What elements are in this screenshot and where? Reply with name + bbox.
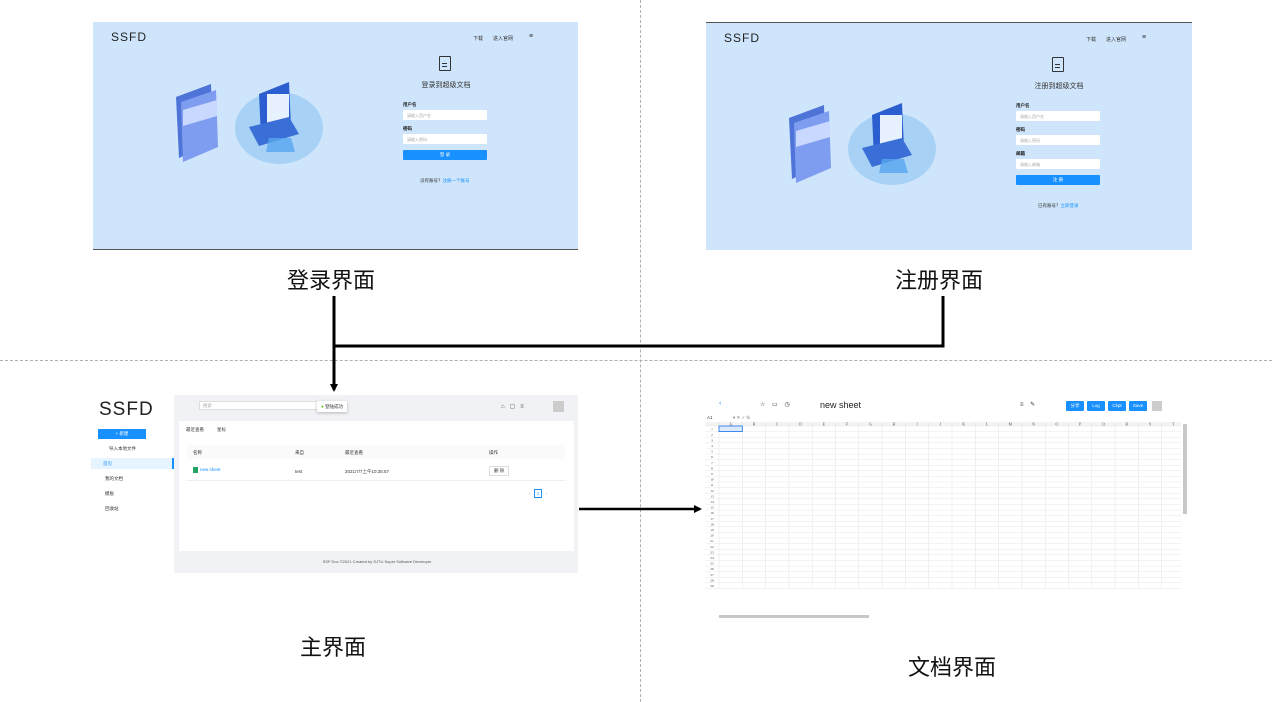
table-header: 名称 来自 最近查看 操作 (187, 445, 565, 459)
search-input[interactable]: 搜索 (199, 401, 319, 410)
table-row[interactable]: new sheet test 2021/7/7上午10:35:57 删 除 (187, 461, 565, 481)
horizontal-scrollbar (719, 615, 869, 618)
row-header: 14 (710, 500, 714, 504)
toolbar-icons: ☆ ▭ ◷ (760, 402, 790, 408)
sheet-icon (193, 467, 198, 473)
ckpt-button[interactable]: Ckpt (1108, 401, 1126, 411)
row-header: 23 (710, 550, 714, 554)
row-header: 29 (710, 584, 714, 588)
sidebar-item-templates[interactable]: 模板 (105, 491, 114, 497)
save-button[interactable]: Save (1129, 401, 1147, 411)
row-header: 21 (710, 539, 714, 543)
success-icon: ● (321, 404, 324, 409)
row-name[interactable]: new sheet (200, 467, 221, 472)
row-header: 22 (710, 545, 714, 549)
selected-cell (718, 425, 743, 432)
header-icons: ⌂ ▢ ≡ (501, 404, 524, 410)
back-icon[interactable]: ‹ (719, 400, 721, 407)
sidebar: SSFD + 新建 导入本地文件 首页 我的文档 模板 回收站 (91, 395, 174, 573)
sidebar-item-my-docs[interactable]: 我的文档 (105, 476, 123, 482)
arrow-register-join (334, 296, 945, 348)
row-from: test (295, 469, 303, 474)
row-header: 20 (710, 534, 714, 538)
sheet-grid: A B C D E F G H I J K L M N O P Q R S T12345678910111213141… (705, 422, 1187, 618)
row-time: 2021/7/7上午10:35:57 (345, 469, 390, 474)
row-header: 3 (711, 438, 713, 442)
row-header: 4 (711, 444, 713, 448)
row-header: 2 (711, 433, 713, 437)
main-screenshot: SSFD + 新建 导入本地文件 首页 我的文档 模板 回收站 搜索 ● 登陆成… (91, 395, 578, 573)
row-header: 18 (710, 522, 714, 526)
row-header: 16 (710, 511, 714, 515)
row-header: 1 (711, 427, 713, 431)
content-card: 最近查看 星标 名称 来自 最近查看 操作 new sheet test 202… (179, 421, 574, 551)
row-header: 17 (710, 517, 714, 521)
col-recent: 最近查看 (345, 450, 363, 455)
row-header: 6 (711, 455, 713, 459)
app-logo: SSFD (99, 399, 154, 420)
cell-ref[interactable]: A1 (707, 415, 713, 420)
row-header: 8 (711, 466, 713, 470)
row-header: 13 (710, 494, 714, 498)
import-link[interactable]: 导入本地文件 (109, 446, 136, 452)
new-button[interactable]: + 新建 (98, 429, 146, 439)
pagination: ‹ 1 › (529, 489, 548, 498)
col-from: 来自 (295, 450, 304, 455)
delete-button[interactable]: 删 除 (489, 466, 510, 476)
row-header: 15 (710, 506, 714, 510)
row-header: 26 (710, 567, 714, 571)
formula-bar[interactable]: ▾ ✕ ✓ fx (733, 415, 750, 421)
row-header: 5 (711, 450, 713, 454)
tab-starred[interactable]: 星标 (217, 427, 226, 433)
toast-text: 登陆成功 (324, 404, 343, 409)
row-header: 24 (710, 556, 714, 560)
sheet-title: new sheet (820, 400, 862, 410)
page-1[interactable]: 1 (533, 489, 543, 498)
sidebar-item-trash[interactable]: 回收站 (105, 506, 119, 512)
row-header: 10 (710, 478, 714, 482)
col-name: 名称 (193, 450, 202, 455)
row-header: 19 (710, 528, 714, 532)
log-button[interactable]: Log (1087, 401, 1105, 411)
footer: SSF Doc ©2021 Created by SJTU Super Soft… (322, 559, 432, 564)
row-header: 7 (711, 461, 713, 465)
toast: ● 登陆成功 (317, 401, 347, 412)
vertical-scrollbar (1183, 424, 1187, 514)
menu-icons: ≡ ✎ (1020, 402, 1036, 408)
avatar[interactable] (553, 401, 564, 412)
sidebar-item-home[interactable]: 首页 (91, 458, 174, 469)
row-header: 9 (711, 472, 713, 476)
row-header: 25 (710, 562, 714, 566)
sheet-screenshot: ‹ ☆ ▭ ◷ new sheet ≡ ✎ 分享 Log Ckpt Save A… (705, 395, 1192, 625)
share-button[interactable]: 分享 (1066, 401, 1084, 411)
row-header: 28 (710, 578, 714, 582)
col-actions: 操作 (489, 450, 498, 455)
tab-recent[interactable]: 最近查看 (186, 427, 204, 433)
avatar[interactable] (1152, 401, 1162, 411)
row-header: 27 (710, 573, 714, 577)
row-header: 11 (710, 483, 714, 487)
row-header: 12 (710, 489, 714, 493)
